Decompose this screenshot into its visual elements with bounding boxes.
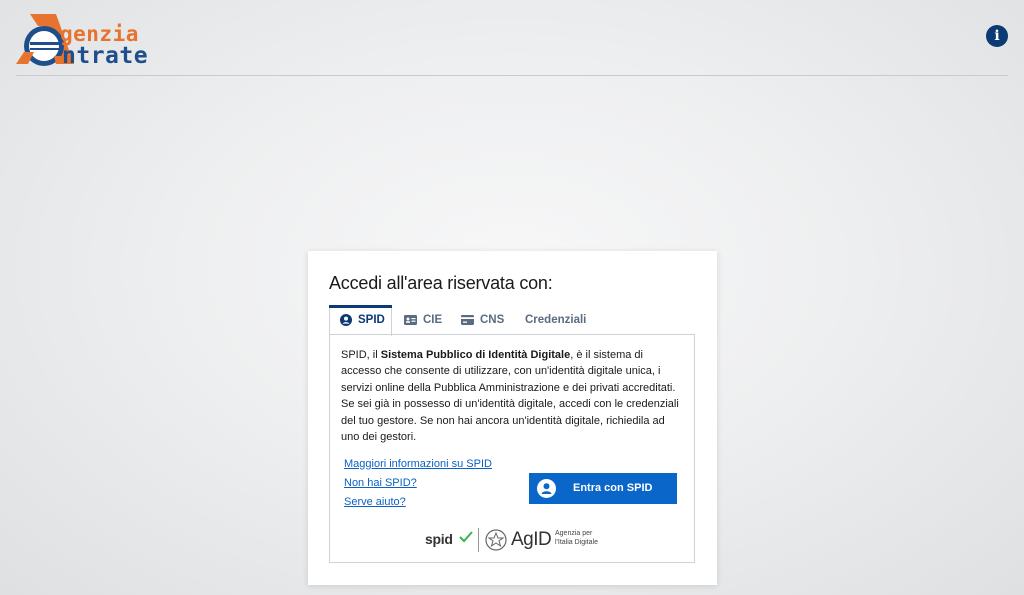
description-suffix: , è il sistema di accesso che consente d… bbox=[341, 349, 679, 444]
id-card-icon bbox=[404, 315, 417, 325]
description-bold: Sistema Pubblico di Identità Digitale bbox=[380, 349, 571, 361]
user-circle-icon bbox=[340, 314, 352, 326]
tab-credenziali[interactable]: Credenziali bbox=[525, 305, 586, 335]
check-icon bbox=[459, 531, 473, 543]
logo-separator bbox=[478, 528, 479, 552]
agid-sub-line2: l'Italia Digitale bbox=[555, 538, 598, 546]
login-tabs: SPID CIE CNS Credenziali bbox=[329, 305, 695, 336]
tab-cie[interactable]: CIE bbox=[404, 305, 442, 335]
header-divider bbox=[16, 75, 1008, 76]
description-prefix: SPID, il bbox=[341, 349, 381, 361]
spid-description: SPID, il Sistema Pubblico di Identità Di… bbox=[341, 347, 686, 445]
login-title: Accedi all'area riservata con: bbox=[329, 273, 553, 293]
tab-cns[interactable]: CNS bbox=[461, 305, 504, 335]
footer-logos: spid AgID Agenzia per l'Italia Digitale bbox=[425, 528, 605, 554]
agenzia-entrate-logo[interactable]: genzia ntrate bbox=[16, 12, 191, 69]
spid-panel: SPID, il Sistema Pubblico di Identità Di… bbox=[329, 334, 695, 563]
no-spid-link[interactable]: Non hai SPID? bbox=[344, 474, 492, 493]
user-circle-icon bbox=[537, 479, 556, 498]
tab-spid[interactable]: SPID bbox=[340, 305, 385, 335]
help-links: Maggiori informazioni su SPID Non hai SP… bbox=[344, 455, 492, 512]
header: genzia ntrate i bbox=[0, 0, 1024, 76]
logo-text-entrate: ntrate bbox=[62, 43, 149, 69]
agid-logo: AgID bbox=[511, 529, 552, 550]
credit-card-icon bbox=[461, 315, 474, 325]
entra-con-spid-button[interactable]: Entra con SPID bbox=[529, 473, 677, 504]
tab-cie-label: CIE bbox=[423, 314, 443, 326]
need-help-link[interactable]: Serve aiuto? bbox=[344, 493, 492, 512]
info-icon[interactable]: i bbox=[986, 25, 1008, 47]
tab-cns-label: CNS bbox=[480, 314, 505, 326]
agid-subtitle: Agenzia per l'Italia Digitale bbox=[555, 530, 598, 547]
tab-spid-label: SPID bbox=[358, 314, 385, 326]
agid-sub-line1: Agenzia per bbox=[555, 530, 593, 537]
italian-emblem-icon bbox=[485, 529, 507, 551]
spid-logo: spid bbox=[425, 531, 453, 547]
more-info-spid-link[interactable]: Maggiori informazioni su SPID bbox=[344, 455, 492, 474]
entra-con-spid-label: Entra con SPID bbox=[573, 482, 653, 494]
login-card: Accedi all'area riservata con: SPID CIE bbox=[308, 251, 717, 585]
tab-credenziali-label: Credenziali bbox=[525, 314, 587, 326]
